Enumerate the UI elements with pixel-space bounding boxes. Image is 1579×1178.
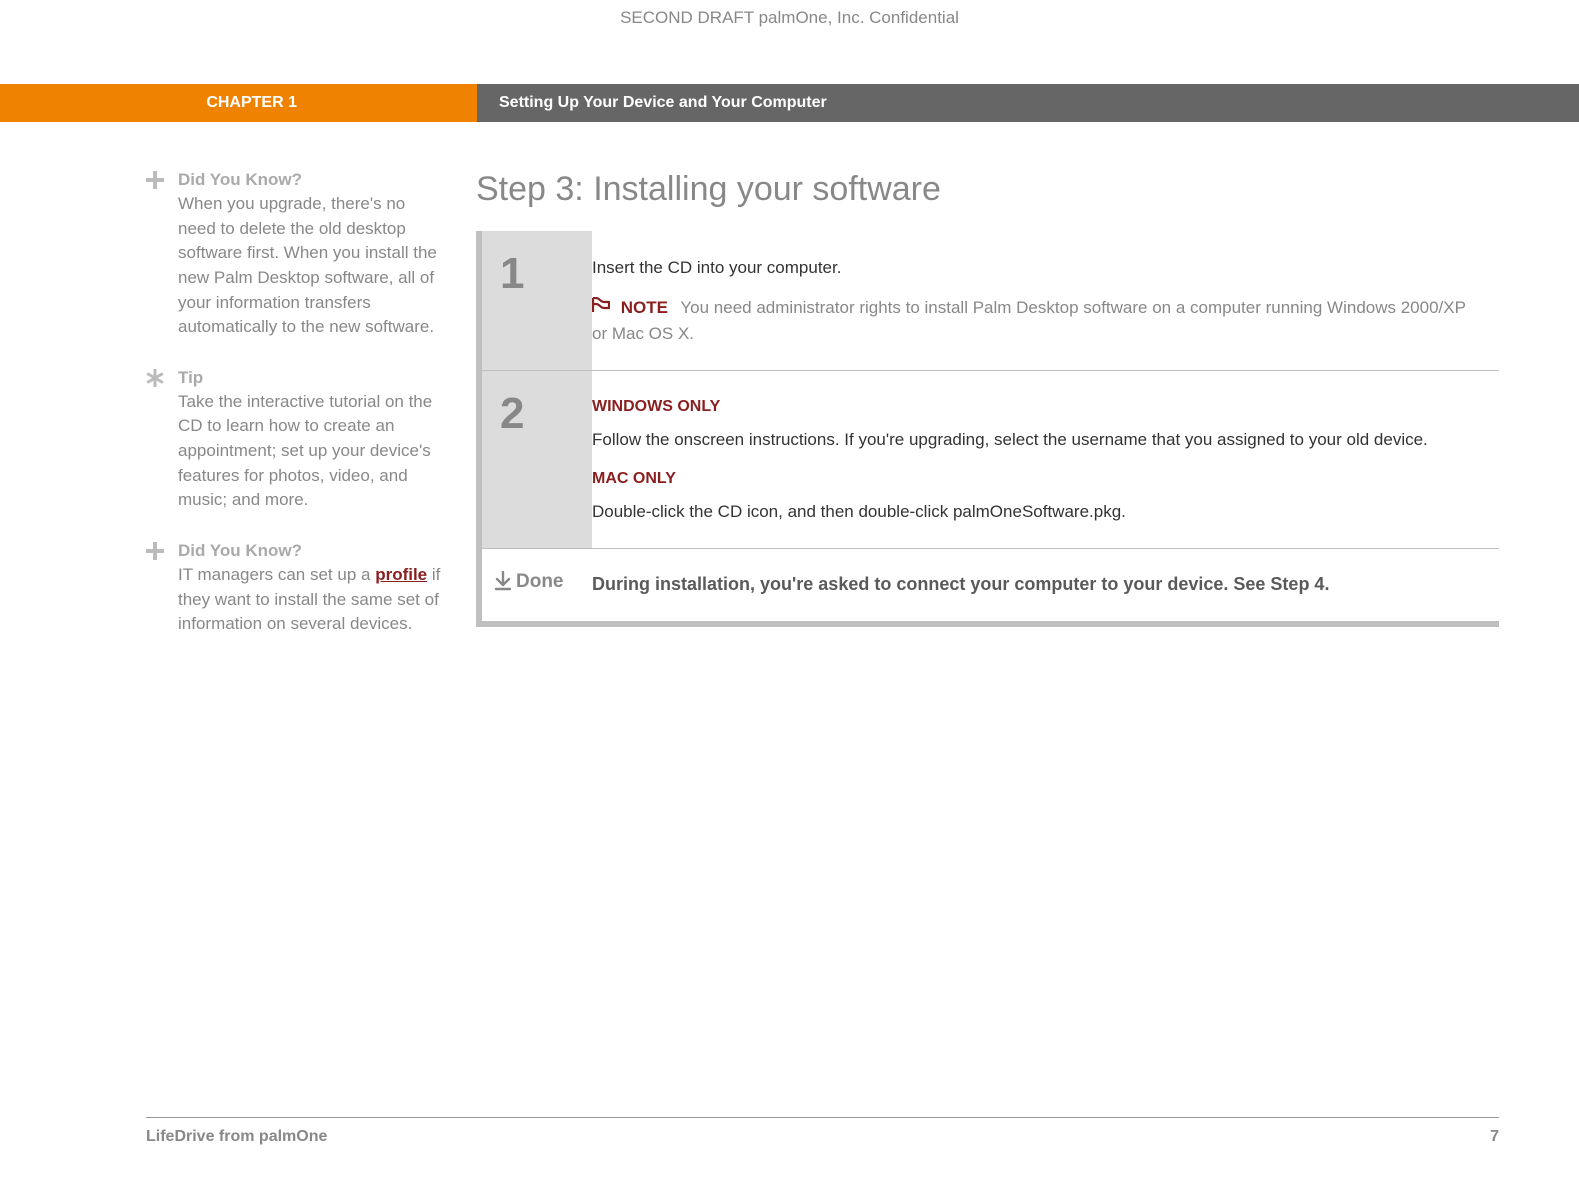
- page-heading: Step 3: Installing your software: [476, 170, 1499, 209]
- page-footer: LifeDrive from palmOne 7: [146, 1117, 1499, 1146]
- plus-icon: [146, 541, 178, 637]
- step-row-1: 1 Insert the CD into your computer. NOTE…: [482, 231, 1499, 370]
- mac-only-label: MAC ONLY: [592, 467, 1475, 491]
- step-row-2: 2 WINDOWS ONLY Follow the onscreen instr…: [482, 370, 1499, 548]
- step-instruction: Insert the CD into your computer.: [592, 255, 1475, 281]
- note-flag-icon: [592, 295, 610, 321]
- sidebar-item-text: IT managers can set up a profile if they…: [178, 563, 446, 637]
- mac-instruction: Double-click the CD icon, and then doubl…: [592, 499, 1475, 525]
- sidebar-item-text: Take the interactive tutorial on the CD …: [178, 390, 446, 513]
- chapter-label: CHAPTER 1: [0, 84, 477, 122]
- chapter-title: Setting Up Your Device and Your Computer: [477, 84, 1579, 122]
- windows-only-label: WINDOWS ONLY: [592, 395, 1475, 419]
- done-row: Done During installation, you're asked t…: [482, 548, 1499, 621]
- sidebar-item-title: Did You Know?: [178, 170, 446, 190]
- steps-container: 1 Insert the CD into your computer. NOTE…: [476, 231, 1499, 627]
- step-content: WINDOWS ONLY Follow the onscreen instruc…: [592, 371, 1499, 548]
- sidebar-text-pre: IT managers can set up a: [178, 565, 375, 584]
- sidebar-item-text: When you upgrade, there's no need to del…: [178, 192, 446, 340]
- windows-instruction: Follow the onscreen instructions. If you…: [592, 427, 1475, 453]
- sidebar-item-didyouknow-2: Did You Know? IT managers can set up a p…: [146, 541, 446, 637]
- done-label: Done: [482, 549, 592, 621]
- done-text: During installation, you're asked to con…: [592, 549, 1499, 621]
- sidebar-item-title: Tip: [178, 368, 446, 388]
- note-label: NOTE: [621, 298, 668, 317]
- page-content: Did You Know? When you upgrade, there's …: [146, 170, 1499, 1098]
- note-text: You need administrator rights to install…: [592, 298, 1466, 343]
- done-label-text: Done: [516, 571, 564, 593]
- profile-link[interactable]: profile: [375, 565, 427, 584]
- step-number: 1: [482, 231, 592, 370]
- page-number: 7: [1490, 1128, 1499, 1146]
- asterisk-icon: [146, 368, 178, 513]
- step-number: 2: [482, 371, 592, 548]
- step-note: NOTE You need administrator rights to in…: [592, 295, 1475, 347]
- main-column: Step 3: Installing your software 1 Inser…: [476, 170, 1499, 1098]
- sidebar: Did You Know? When you upgrade, there's …: [146, 170, 476, 1098]
- sidebar-item-title: Did You Know?: [178, 541, 446, 561]
- step-content: Insert the CD into your computer. NOTE Y…: [592, 231, 1499, 370]
- sidebar-item-didyouknow-1: Did You Know? When you upgrade, there's …: [146, 170, 446, 340]
- plus-icon: [146, 170, 178, 340]
- chapter-header-bar: CHAPTER 1 Setting Up Your Device and You…: [0, 84, 1579, 122]
- confidential-header: SECOND DRAFT palmOne, Inc. Confidential: [0, 8, 1579, 28]
- footer-product: LifeDrive from palmOne: [146, 1128, 327, 1146]
- down-arrow-icon: [494, 571, 512, 597]
- sidebar-item-tip: Tip Take the interactive tutorial on the…: [146, 368, 446, 513]
